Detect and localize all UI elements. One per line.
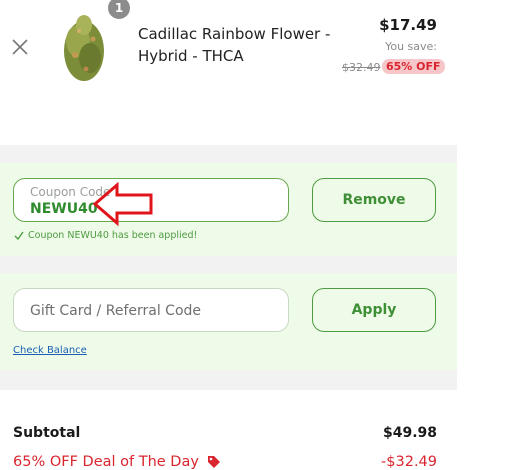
apply-button[interactable]: Apply	[312, 288, 436, 332]
gift-card-section: Gift Card / Referral Code Apply Check Ba…	[0, 273, 457, 370]
product-image	[64, 15, 104, 81]
sale-price: $17.49	[379, 16, 437, 34]
coupon-input-value[interactable]: NEWU40	[30, 201, 98, 217]
deal-row-label: 65% OFF Deal of The Day	[13, 454, 221, 470]
deal-label-text: 65% OFF Deal of The Day	[13, 454, 199, 470]
subtotal-value: $49.98	[382, 425, 437, 441]
deal-value: -$32.49	[381, 454, 437, 470]
coupon-section: Coupon Code NEWU40 Remove Coupon NEWU40 …	[0, 163, 457, 256]
remove-coupon-button[interactable]: Remove	[312, 178, 436, 222]
subtotal-label: Subtotal	[13, 425, 81, 441]
you-save-label: You save:	[385, 40, 437, 53]
check-balance-link[interactable]: Check Balance	[13, 345, 87, 356]
product-title[interactable]: Cadillac Rainbow Flower - Hybrid - THCA	[138, 23, 348, 67]
arrow-annotation	[93, 182, 153, 226]
original-price: $32.49	[342, 61, 381, 74]
check-icon	[14, 231, 24, 240]
gift-card-input[interactable]: Gift Card / Referral Code	[13, 288, 289, 332]
quantity-badge: 1	[108, 0, 130, 19]
cart-item: 1 Cadillac Rainbow Flower - Hybrid - THC…	[0, 0, 457, 145]
discount-badge: 65% OFF	[382, 59, 445, 74]
order-totals: Subtotal $49.98 65% OFF Deal of The Day …	[0, 390, 457, 470]
tag-icon	[207, 456, 220, 468]
gift-card-placeholder: Gift Card / Referral Code	[30, 303, 202, 319]
coupon-applied-text: Coupon NEWU40 has been applied!	[28, 230, 198, 241]
page-background	[457, 0, 520, 470]
coupon-applied-message: Coupon NEWU40 has been applied!	[14, 230, 197, 241]
close-icon[interactable]	[10, 37, 30, 57]
